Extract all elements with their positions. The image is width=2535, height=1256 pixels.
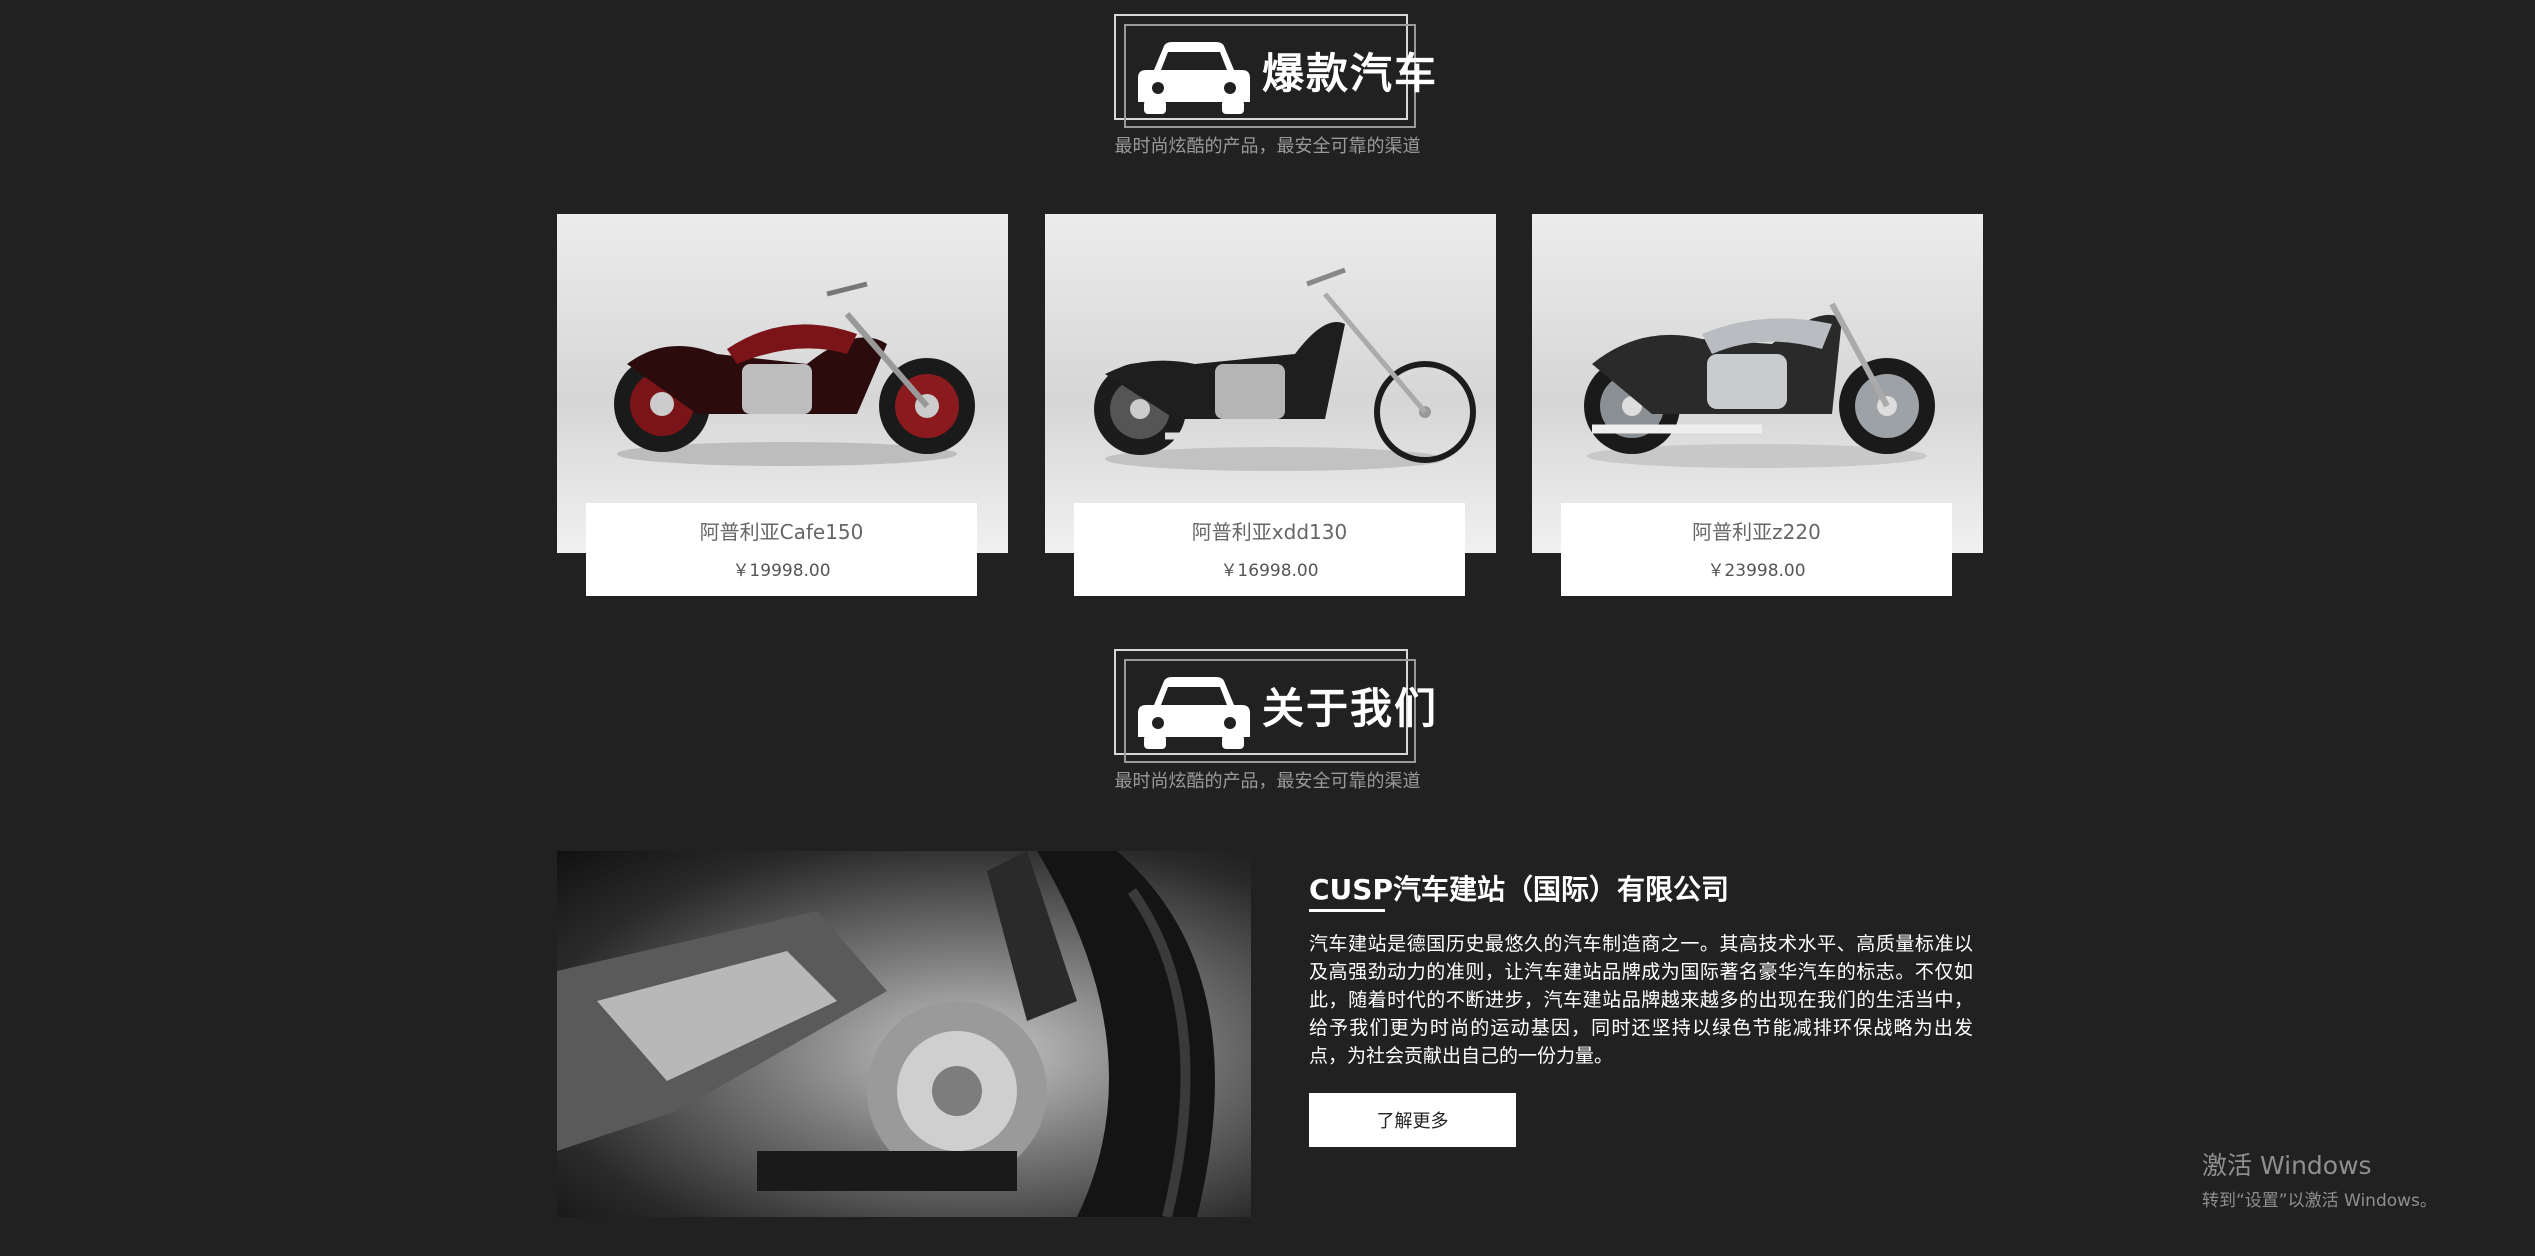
product-info: 阿普利亚Cafe150 ￥19998.00	[586, 503, 977, 596]
company-description: 汽车建站是德国历史最悠久的汽车制造商之一。其高技术水平、高质量标准以及高强劲动力…	[1309, 933, 1973, 1067]
product-info: 阿普利亚z220 ￥23998.00	[1561, 503, 1952, 596]
product-card[interactable]: 阿普利亚xdd130 ￥16998.00	[1045, 214, 1496, 596]
product-price: ￥16998.00	[1220, 561, 1319, 581]
product-info: 阿普利亚xdd130 ￥16998.00	[1074, 503, 1465, 596]
car-icon	[1138, 42, 1250, 114]
product-card[interactable]: 阿普利亚Cafe150 ￥19998.00	[557, 214, 1008, 596]
section-subtitle: 最时尚炫酷的产品，最安全可靠的渠道	[1114, 136, 1421, 157]
about-section-header: 关于我们 最时尚炫酷的产品，最安全可靠的渠道	[0, 649, 2535, 792]
product-name[interactable]: 阿普利亚xdd130	[1074, 516, 1465, 545]
watermark-subtitle: 转到“设置”以激活 Windows。	[2202, 1191, 2437, 1211]
section-title: 关于我们	[1262, 684, 1439, 733]
windows-activation-watermark: 激活 Windows 转到“设置”以激活 Windows。	[2202, 1146, 2437, 1211]
section-badge: 关于我们	[1114, 649, 1436, 763]
section-subtitle: 最时尚炫酷的产品，最安全可靠的渠道	[1114, 771, 1421, 792]
product-card[interactable]: 阿普利亚z220 ￥23998.00	[1532, 214, 1983, 596]
product-name[interactable]: 阿普利亚z220	[1561, 516, 1952, 545]
product-name[interactable]: 阿普利亚Cafe150	[586, 516, 977, 545]
product-price: ￥23998.00	[1707, 561, 1806, 581]
product-price: ￥19998.00	[732, 561, 831, 581]
hot-section-header: 爆款汽车 最时尚炫酷的产品，最安全可靠的渠道	[0, 14, 2535, 157]
about-image	[557, 851, 1251, 1217]
section-title: 爆款汽车	[1262, 49, 1439, 98]
learn-more-button[interactable]: 了解更多	[1309, 1093, 1516, 1147]
engine-closeup-image	[557, 851, 1215, 1217]
car-icon	[1138, 677, 1250, 749]
title-underline	[1309, 909, 1385, 912]
page: 爆款汽车 最时尚炫酷的产品，最安全可靠的渠道 阿普利亚Cafe150 ￥1999…	[0, 0, 2535, 1256]
section-badge: 爆款汽车	[1114, 14, 1436, 128]
company-title: CUSP汽车建站（国际）有限公司	[1309, 873, 1729, 906]
watermark-title: 激活 Windows	[2202, 1151, 2372, 1180]
